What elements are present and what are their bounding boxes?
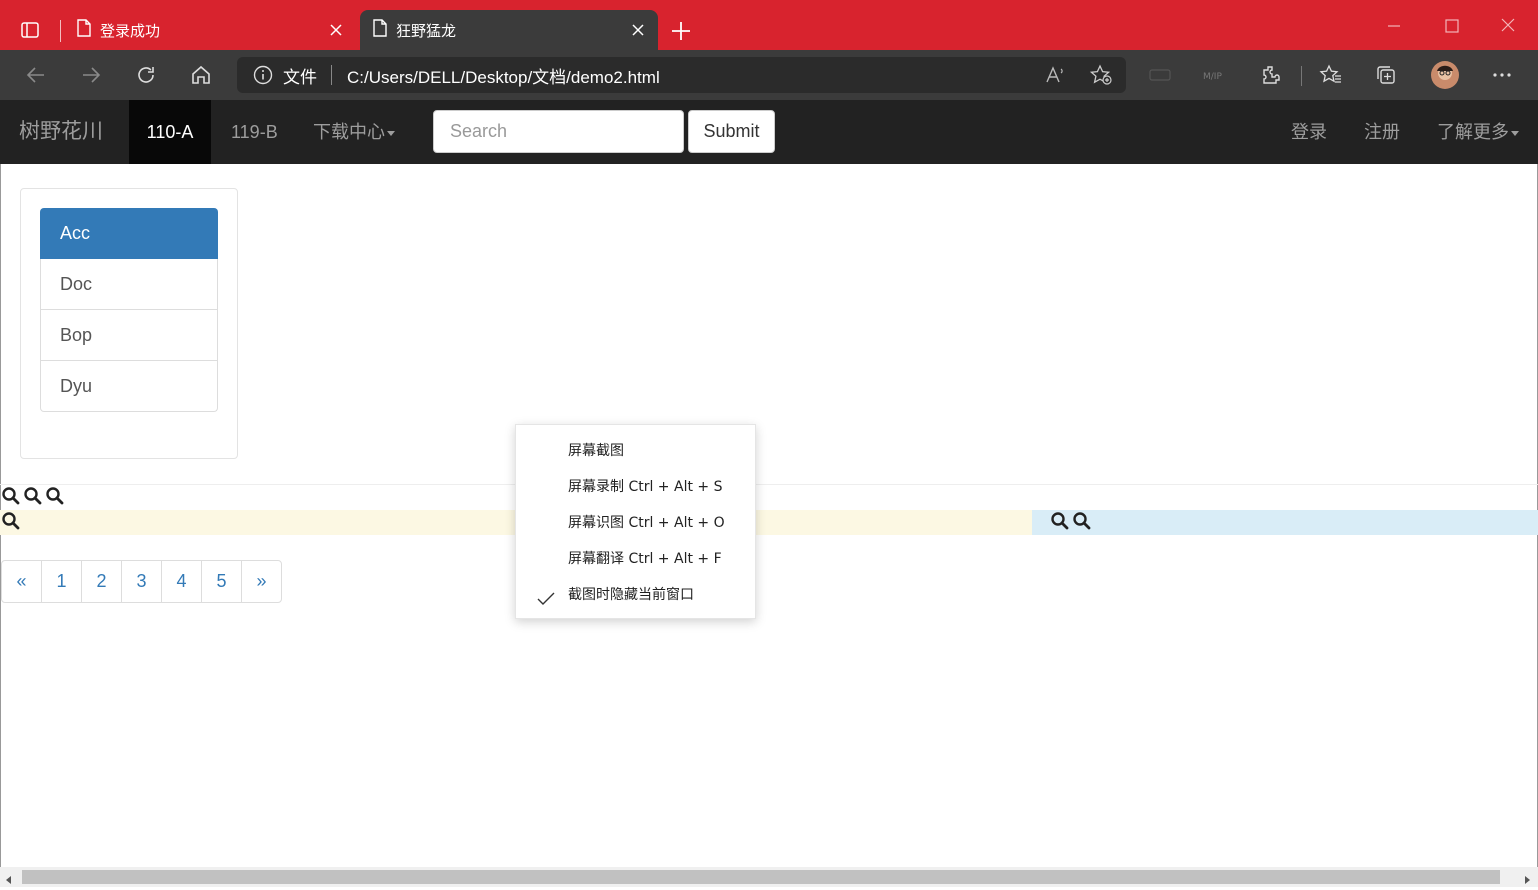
address-bar[interactable]: 文件 C:/Users/DELL/Desktop/文档/demo2.html: [237, 57, 1126, 93]
vip-extension-icon[interactable]: M/IP: [1197, 57, 1233, 93]
nav-register[interactable]: 注册: [1364, 100, 1400, 164]
search-icon: [1, 486, 21, 506]
close-window-button[interactable]: [1496, 16, 1520, 36]
address-divider: [331, 65, 332, 85]
search-icon: [1, 511, 21, 531]
pagination-page[interactable]: 1: [41, 560, 82, 603]
menu-item-screen-recognize[interactable]: 屏幕识图 Ctrl + Alt + O: [516, 505, 757, 541]
info-row: [1032, 510, 1538, 535]
menu-item-screen-translate[interactable]: 屏幕翻译 Ctrl + Alt + F: [516, 541, 757, 577]
extension-faded-icon[interactable]: [1142, 57, 1178, 93]
pagination-page[interactable]: 2: [81, 560, 122, 603]
info-icon[interactable]: [253, 65, 273, 85]
new-tab-button[interactable]: [668, 18, 694, 44]
url-text[interactable]: C:/Users/DELL/Desktop/文档/demo2.html: [347, 63, 660, 88]
pagination-page[interactable]: 4: [161, 560, 202, 603]
search-icon: [1072, 511, 1092, 531]
close-icon[interactable]: [326, 20, 346, 40]
list-item-acc[interactable]: Acc: [40, 208, 218, 259]
list-item-bop[interactable]: Bop: [40, 310, 218, 361]
nav-item-119b[interactable]: 119-B: [231, 100, 278, 164]
search-icon: [45, 486, 65, 506]
menu-item-label: 截图时隐藏当前窗口: [568, 587, 694, 603]
pagination-page[interactable]: 3: [121, 560, 162, 603]
row-divider: [0, 484, 1538, 485]
nav-dropdown-download[interactable]: 下载中心: [313, 100, 395, 164]
scroll-left-icon[interactable]: [4, 872, 14, 890]
list-item-dyu[interactable]: Dyu: [40, 361, 218, 412]
pagination-next[interactable]: »: [241, 560, 282, 603]
more-menu-icon[interactable]: [1484, 57, 1520, 93]
add-favorite-icon[interactable]: [1089, 64, 1113, 86]
scrollbar-thumb[interactable]: [22, 870, 1500, 884]
pagination-prev[interactable]: «: [1, 560, 42, 603]
nav-item-110a[interactable]: 110-A: [129, 100, 211, 164]
close-icon[interactable]: [628, 20, 648, 40]
tab-title: 狂野猛龙: [396, 22, 457, 40]
nav-dropdown-label: 下载中心: [313, 122, 385, 142]
svg-text:M/IP: M/IP: [1203, 72, 1222, 82]
caret-down-icon: [1511, 130, 1519, 136]
search-icon: [1050, 511, 1070, 531]
favorites-icon[interactable]: [1313, 57, 1349, 93]
collections-icon[interactable]: [1368, 57, 1404, 93]
search-icon: [23, 486, 43, 506]
tab-actions-icon[interactable]: [20, 20, 40, 40]
forward-icon[interactable]: [73, 57, 109, 93]
search-input[interactable]: [433, 110, 684, 153]
menu-item-screenshot[interactable]: 屏幕截图: [516, 433, 757, 469]
checkmark-icon: [536, 586, 556, 605]
tab-login-success[interactable]: 登录成功: [64, 10, 356, 50]
nav-dropdown-learn-more[interactable]: 了解更多: [1437, 100, 1519, 164]
horizontal-scrollbar[interactable]: [0, 867, 1538, 887]
page-navbar: 树野花川 110-A 119-B 下载中心 Submit 登录 注册 了解更多: [0, 100, 1538, 164]
back-icon[interactable]: [18, 57, 54, 93]
navbar-brand[interactable]: 树野花川: [19, 100, 103, 164]
page-icon: [372, 19, 388, 41]
avatar[interactable]: [1427, 57, 1463, 93]
refresh-icon[interactable]: [128, 57, 164, 93]
screenshot-context-menu: 屏幕截图 屏幕录制 Ctrl + Alt + S 屏幕识图 Ctrl + Alt…: [515, 424, 756, 619]
tab-divider: [60, 20, 61, 42]
nav-item-label: 110-A: [146, 122, 194, 142]
browser-toolbar: 文件 C:/Users/DELL/Desktop/文档/demo2.html M…: [0, 50, 1538, 100]
maximize-button[interactable]: [1440, 16, 1464, 36]
submit-button[interactable]: Submit: [688, 110, 775, 153]
security-label: 文件: [283, 67, 317, 87]
caret-down-icon: [387, 130, 395, 136]
menu-item-hide-window[interactable]: 截图时隐藏当前窗口: [516, 577, 757, 613]
pagination: « 1 2 3 4 5 »: [1, 560, 282, 603]
menu-item-screen-record[interactable]: 屏幕录制 Ctrl + Alt + S: [516, 469, 757, 505]
page-icon: [76, 19, 92, 41]
browser-titlebar: 登录成功 狂野猛龙: [0, 0, 1538, 50]
home-icon[interactable]: [183, 57, 219, 93]
read-aloud-icon[interactable]: [1045, 65, 1067, 85]
toolbar-divider: [1301, 66, 1302, 86]
extensions-icon[interactable]: [1253, 57, 1289, 93]
list-group: Acc Doc Bop Dyu: [40, 208, 218, 412]
nav-dropdown-label: 了解更多: [1437, 122, 1509, 142]
minimize-button[interactable]: [1382, 16, 1406, 36]
pagination-page[interactable]: 5: [201, 560, 242, 603]
scroll-right-icon[interactable]: [1522, 872, 1532, 890]
list-item-doc[interactable]: Doc: [40, 259, 218, 310]
tab-active-page[interactable]: 狂野猛龙: [360, 10, 658, 50]
tab-title: 登录成功: [100, 22, 161, 40]
nav-login[interactable]: 登录: [1291, 100, 1327, 164]
